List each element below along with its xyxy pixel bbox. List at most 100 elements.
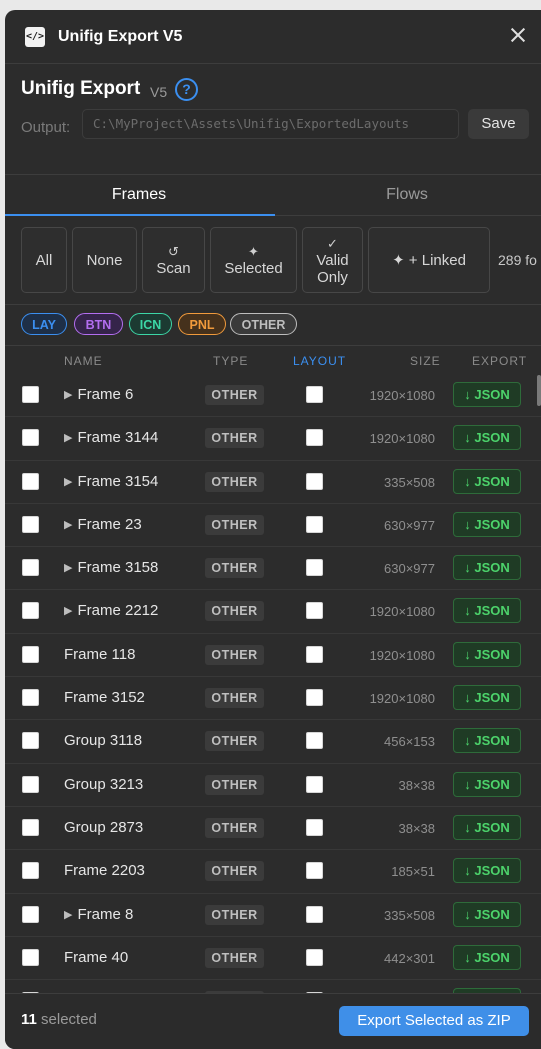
layout-checkbox[interactable] <box>306 472 323 490</box>
layout-checkbox[interactable] <box>306 775 323 793</box>
row-select-checkbox[interactable] <box>22 515 39 533</box>
layout-checkbox[interactable] <box>306 386 323 403</box>
filter-all-label: All <box>35 251 53 269</box>
row-size: 630×977 <box>384 561 435 577</box>
layout-checkbox[interactable] <box>306 818 323 836</box>
plugin-window: </> Unifig Export V5 Unifig Export V5 ? … <box>5 10 541 1049</box>
layout-checkbox[interactable] <box>306 645 323 663</box>
type-badge: OTHER <box>205 947 264 968</box>
row-name-text: Frame 118 <box>64 645 136 663</box>
expand-caret-icon[interactable]: ▶ <box>64 432 72 444</box>
table-row[interactable]: Frame 40 OTHER 442×301 ↓ JSON <box>5 937 541 981</box>
close-icon[interactable] <box>507 24 529 46</box>
row-select-checkbox[interactable] <box>22 775 39 793</box>
row-select-checkbox[interactable] <box>22 386 39 403</box>
expand-caret-icon[interactable]: ▶ <box>64 519 72 531</box>
export-json-button[interactable]: ↓ JSON <box>453 771 521 797</box>
chip-icn[interactable]: ICN <box>129 313 172 335</box>
layout-checkbox[interactable] <box>306 862 323 880</box>
row-select-checkbox[interactable] <box>22 645 39 663</box>
layout-checkbox[interactable] <box>306 602 323 620</box>
row-name: ▶ Frame 2212 <box>64 602 158 619</box>
table-row[interactable]: Group 2873 OTHER 38×38 ↓ JSON <box>5 807 541 851</box>
layout-checkbox[interactable] <box>306 559 323 577</box>
table-row[interactable]: ▶ Frame 3158 OTHER 630×977 ↓ JSON <box>5 547 541 591</box>
table-row[interactable]: Frame 2203 OTHER 185×51 ↓ JSON <box>5 850 541 894</box>
row-select-checkbox[interactable] <box>22 602 39 620</box>
layout-checkbox[interactable] <box>306 515 323 533</box>
output-label: Output: <box>21 119 71 136</box>
row-select-checkbox[interactable] <box>22 429 39 447</box>
tab-flows[interactable]: Flows <box>273 175 541 215</box>
scan-button[interactable]: ↺ Scan <box>142 227 205 293</box>
table-row[interactable]: ▶ Frame 8 OTHER 335×508 ↓ JSON <box>5 894 541 937</box>
table-row[interactable]: Group 3213 OTHER 38×38 ↓ JSON <box>5 764 541 807</box>
row-name: Group 3213 <box>64 776 143 793</box>
export-json-button[interactable]: ↓ JSON <box>453 858 521 884</box>
table-row[interactable]: ▶ Frame 23 OTHER 630×977 ↓ JSON <box>5 504 541 548</box>
row-name: Frame 3152 <box>64 689 145 706</box>
filter-none-button[interactable]: None <box>72 227 137 293</box>
table-row[interactable]: ▶ Frame 6 OTHER 1920×1080 ↓ JSON <box>5 374 541 418</box>
chip-lay[interactable]: LAY <box>21 313 67 335</box>
valid-only-button[interactable]: ✓ Valid Only <box>302 227 363 293</box>
layout-checkbox[interactable] <box>306 732 323 750</box>
expand-caret-icon[interactable]: ▶ <box>64 605 72 617</box>
row-name-text: Group 3213 <box>64 775 144 793</box>
filter-all-button[interactable]: All <box>21 227 67 293</box>
export-json-button[interactable]: ↓ JSON <box>453 468 521 494</box>
row-select-checkbox[interactable] <box>22 905 39 923</box>
export-json-button[interactable]: ↓ JSON <box>453 685 521 711</box>
export-json-button[interactable]: ↓ JSON <box>453 944 521 970</box>
row-select-checkbox[interactable] <box>22 689 39 707</box>
row-name-text: Frame 23 <box>77 515 142 533</box>
row-name: Group 2873 <box>64 819 143 836</box>
export-json-button[interactable]: ↓ JSON <box>453 425 521 451</box>
layout-checkbox[interactable] <box>306 948 323 966</box>
export-json-button[interactable]: ↓ JSON <box>453 598 521 624</box>
chip-btn[interactable]: BTN <box>74 313 123 335</box>
expand-caret-icon[interactable]: ▶ <box>64 562 72 574</box>
table-row[interactable]: Group 3118 OTHER 456×153 ↓ JSON <box>5 720 541 764</box>
export-json-button[interactable]: ↓ JSON <box>453 901 521 927</box>
save-button[interactable]: Save <box>468 109 529 139</box>
output-path-field[interactable]: C:\MyProject\Assets\Unifig\ExportedLayou… <box>82 109 459 139</box>
tab-frames[interactable]: Frames <box>5 175 273 215</box>
row-select-checkbox[interactable] <box>22 559 39 577</box>
layout-checkbox[interactable] <box>306 689 323 707</box>
row-select-checkbox[interactable] <box>22 472 39 490</box>
export-json-button[interactable]: ↓ JSON <box>453 814 521 840</box>
selected-button[interactable]: ✦ Selected <box>210 227 297 293</box>
table-row[interactable]: ▶ Frame 3154 OTHER 335×508 ↓ JSON <box>5 461 541 504</box>
row-select-checkbox[interactable] <box>22 818 39 836</box>
type-badge: OTHER <box>205 904 264 925</box>
row-name-text: Frame 2212 <box>77 602 159 620</box>
help-icon[interactable]: ? <box>175 78 198 101</box>
row-select-checkbox[interactable] <box>22 948 39 966</box>
expand-caret-icon[interactable]: ▶ <box>64 476 72 488</box>
export-json-button[interactable]: ↓ JSON <box>453 728 521 754</box>
export-json-button[interactable]: ↓ JSON <box>453 555 521 581</box>
export-json-button[interactable]: ↓ JSON <box>453 511 521 537</box>
layout-checkbox[interactable] <box>306 905 323 923</box>
row-select-checkbox[interactable] <box>22 862 39 880</box>
table-row[interactable]: Frame 3152 OTHER 1920×1080 ↓ JSON <box>5 677 541 721</box>
type-chips: LAY BTN ICN PNL OTHER <box>5 305 541 346</box>
expand-caret-icon[interactable]: ▶ <box>64 389 72 401</box>
table-row[interactable]: Frame 118 OTHER 1920×1080 ↓ JSON <box>5 634 541 678</box>
table-row[interactable]: ▶ Frame 2212 OTHER 1920×1080 ↓ JSON <box>5 590 541 634</box>
chip-pnl[interactable]: PNL <box>178 313 226 335</box>
table-row[interactable]: ▶CharacterScreenOTHER1920×1080↓ JSON <box>5 980 541 993</box>
export-zip-button[interactable]: Export Selected as ZIP <box>339 1006 529 1036</box>
row-name: ▶ Frame 8 <box>64 906 133 923</box>
linked-button[interactable]: ✦ + Linked <box>368 227 490 293</box>
layout-checkbox[interactable] <box>306 429 323 447</box>
chip-other[interactable]: OTHER <box>230 313 297 335</box>
export-json-button[interactable]: ↓ JSON <box>453 641 521 667</box>
title-bar: </> Unifig Export V5 <box>5 10 541 64</box>
table-row[interactable]: ▶ Frame 3144 OTHER 1920×1080 ↓ JSON <box>5 417 541 461</box>
row-select-checkbox[interactable] <box>22 732 39 750</box>
scrollbar-thumb[interactable] <box>537 375 541 406</box>
export-json-button[interactable]: ↓ JSON <box>453 382 521 407</box>
expand-caret-icon[interactable]: ▶ <box>64 909 72 921</box>
